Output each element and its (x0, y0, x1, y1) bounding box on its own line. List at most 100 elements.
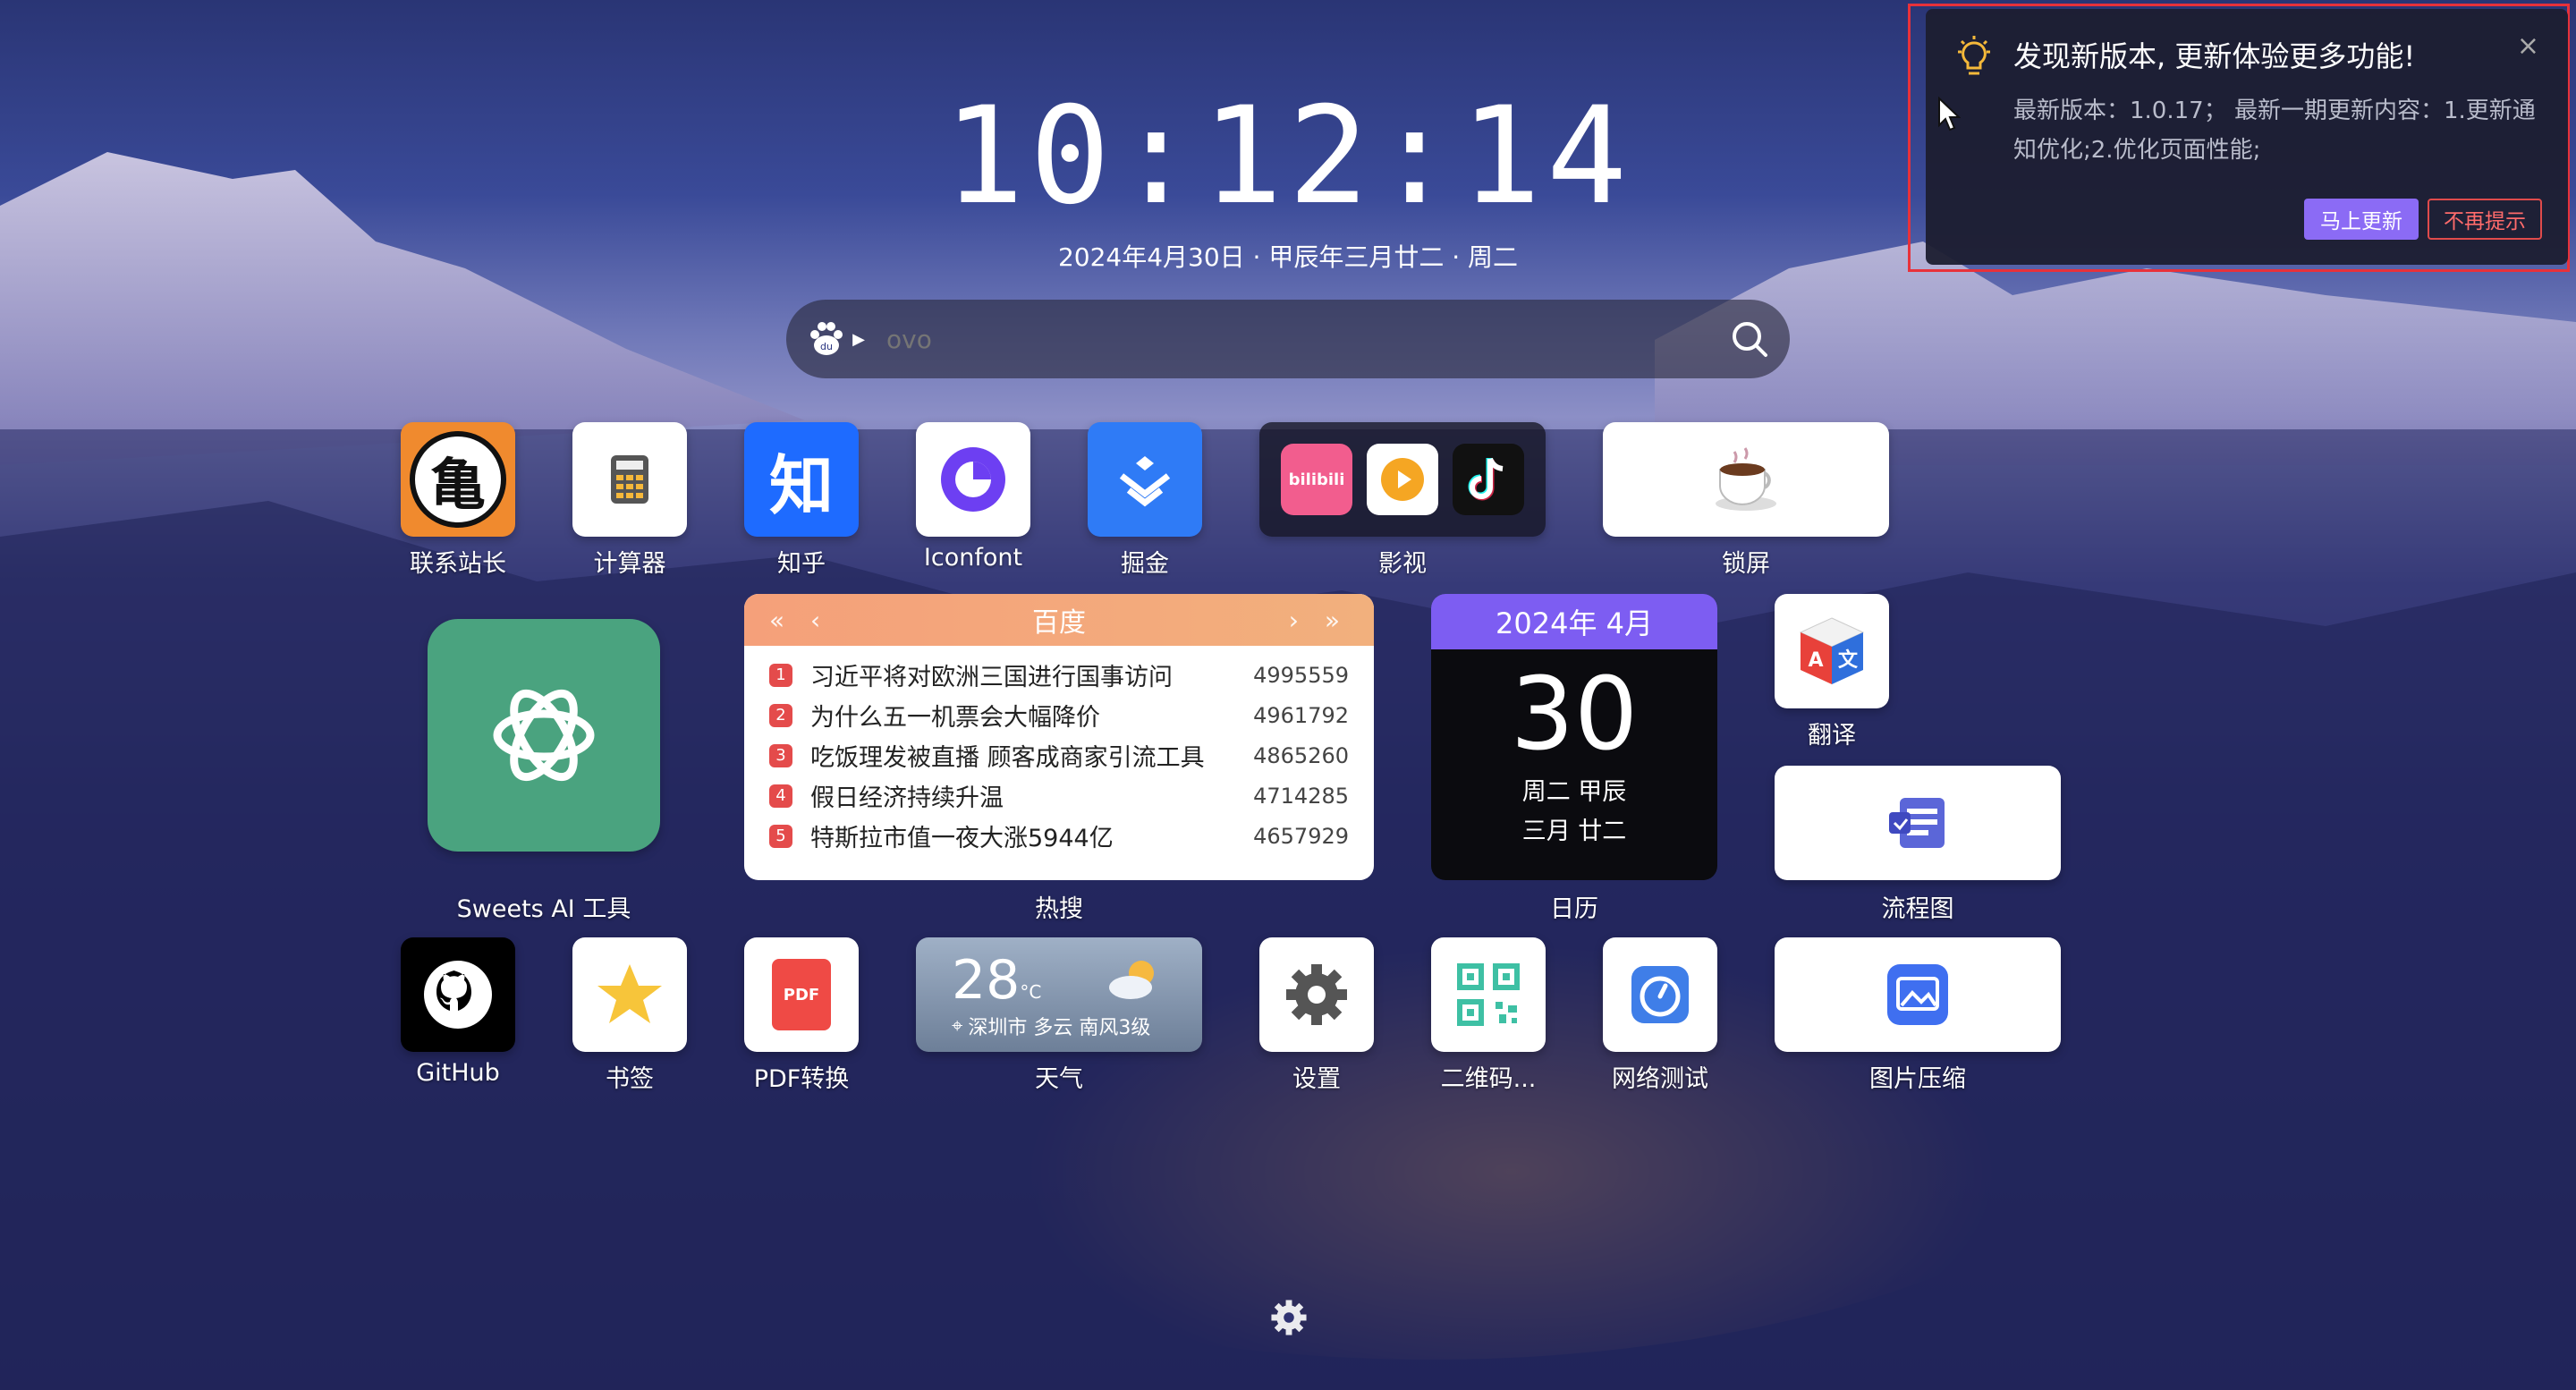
calendar-widget[interactable]: 2024年 4月 30 周二 甲辰 三月 廿二 (1431, 594, 1717, 880)
calendar-label: 日历 (1550, 895, 1598, 923)
settings-app[interactable] (1259, 937, 1374, 1052)
calendar-weekday-ganzhi: 周二 甲辰 (1521, 778, 1627, 806)
flowchart-app[interactable] (1775, 766, 2061, 880)
calculator-label: 计算器 (593, 550, 666, 578)
page-settings-gear-icon[interactable] (1268, 1297, 1309, 1338)
hot-item-title: 假日经济持续升温 (810, 784, 1004, 812)
flowchart-icon (1889, 798, 1945, 848)
hot-item[interactable]: 5 特斯拉市值一夜大涨5944亿 4657929 (744, 816, 1374, 856)
translate-cube-icon: A 文 (1799, 617, 1865, 684)
hot-item-title: 习近平将对欧洲三国进行国事访问 (810, 664, 1173, 691)
gear-icon (1286, 964, 1347, 1025)
github-label: GitHub (416, 1059, 500, 1087)
zhihu-app[interactable]: 知 (744, 422, 859, 537)
search-bar[interactable]: du ▶ (786, 300, 1790, 378)
rank-badge: 2 (769, 703, 792, 727)
hot-item-title: 吃饭理发被直播 顾客成商家引流工具 (810, 744, 1205, 772)
flowchart-label: 流程图 (1881, 895, 1954, 923)
search-input[interactable] (885, 323, 1709, 355)
hot-item-value: 4865260 (1253, 742, 1349, 768)
hot-item-value: 4961792 (1253, 702, 1349, 728)
search-button[interactable] (1709, 318, 1790, 360)
calendar-lunar-date: 三月 廿二 (1521, 818, 1627, 845)
ai-tools-label: Sweets AI 工具 (456, 895, 631, 923)
coffee-cup-icon (1716, 447, 1776, 511)
network-test-app[interactable] (1603, 937, 1717, 1052)
hot-item[interactable]: 2 为什么五一机票会大幅降价 4961792 (744, 695, 1374, 735)
qrcode-app[interactable] (1431, 937, 1546, 1052)
hot-item[interactable]: 4 假日经济持续升温 4714285 (744, 776, 1374, 816)
video-folder[interactable]: bilibili (1259, 422, 1546, 537)
svg-text:du: du (820, 341, 833, 352)
star-icon (597, 964, 662, 1023)
hot-item-title: 特斯拉市值一夜大涨5944亿 (810, 825, 1114, 852)
hot-search-widget[interactable]: « ‹ 百度 › » 1 习近平将对欧洲三国进行国事访问 4995559 2 为什么五… (744, 594, 1374, 880)
hot-search-header: « ‹ 百度 › » (744, 594, 1374, 646)
search-icon (1733, 322, 1767, 357)
calculator-app[interactable] (572, 422, 687, 537)
notification-body: 最新版本：1.0.17； 最新一期更新内容：1.更新通知优化;2.优化页面性能; (2013, 97, 2536, 164)
svg-text:文: 文 (1838, 648, 1859, 672)
image-compress-label: 图片压缩 (1869, 1065, 1966, 1093)
hot-next-arrows-icon[interactable]: › » (1289, 606, 1349, 635)
rank-badge: 1 (769, 663, 792, 687)
image-compress-app[interactable] (1775, 937, 2061, 1052)
turtle-logo-icon: 亀 (410, 431, 506, 528)
translate-app[interactable]: A 文 (1775, 594, 1889, 708)
weather-label: 天气 (1035, 1065, 1083, 1093)
weather-widget[interactable]: 28 °C ⌖ 深圳市 多云 南风3级 (916, 937, 1202, 1052)
calendar-day: 30 (1510, 657, 1639, 773)
ai-tools-app[interactable] (428, 619, 660, 852)
hot-item-title: 为什么五一机票会大幅降价 (810, 704, 1100, 732)
juejin-label: 掘金 (1121, 550, 1169, 578)
chatgpt-logo-icon (493, 689, 595, 782)
lightbulb-icon (1958, 36, 1990, 75)
lockscreen-app[interactable] (1603, 422, 1889, 537)
rank-badge: 3 (769, 743, 792, 767)
dont-remind-button[interactable]: 不再提示 (2428, 199, 2542, 240)
speedometer-icon (1631, 966, 1689, 1023)
svg-text:A: A (1808, 649, 1823, 672)
notification-close-icon[interactable]: × (2517, 30, 2539, 62)
hot-item[interactable]: 3 吃饭理发被直播 顾客成商家引流工具 4865260 (744, 735, 1374, 776)
network-test-label: 网络测试 (1612, 1065, 1708, 1093)
lockscreen-label: 锁屏 (1722, 550, 1770, 578)
qrcode-label: 二维码... (1440, 1065, 1537, 1093)
hot-item-value: 4657929 (1253, 823, 1349, 849)
iconfont-logo-icon (941, 447, 1005, 512)
calendar-month: 2024年 4月 (1431, 594, 1717, 649)
juejin-logo-icon (1119, 456, 1171, 507)
rank-badge: 4 (769, 784, 792, 808)
location-pin-icon: ⌖ (952, 1014, 963, 1038)
calculator-icon (611, 455, 648, 504)
notification-title: 发现新版本, 更新体验更多功能! (2013, 39, 2416, 73)
hot-search-source: 百度 (1032, 607, 1086, 639)
rank-badge: 5 (769, 824, 792, 848)
search-engine-selector[interactable]: du ▶ (786, 318, 885, 360)
iconfont-app[interactable] (916, 422, 1030, 537)
github-app[interactable] (401, 937, 515, 1052)
youku-icon (1367, 444, 1438, 515)
pdf-file-icon: PDF (772, 959, 831, 1030)
weather-temperature: 28 (952, 949, 1021, 1012)
juejin-app[interactable] (1088, 422, 1202, 537)
qrcode-icon (1457, 963, 1520, 1026)
baidu-paw-icon: du (810, 322, 843, 355)
hot-item-value: 4714285 (1253, 783, 1349, 809)
hot-item[interactable]: 1 习近平将对欧洲三国进行国事访问 4995559 (744, 655, 1374, 695)
hot-search-label: 热搜 (1035, 895, 1083, 923)
partly-cloudy-icon (1109, 961, 1154, 999)
github-logo-icon (424, 961, 492, 1029)
zhihu-logo-icon: 知 (768, 447, 834, 523)
zhihu-label: 知乎 (777, 550, 826, 578)
pdf-app[interactable]: PDF (744, 937, 859, 1052)
hot-prev-arrows-icon[interactable]: « ‹ (769, 606, 829, 635)
contact-label: 联系站长 (410, 550, 506, 578)
image-compress-icon (1887, 964, 1948, 1025)
contact-app[interactable]: 亀 (401, 422, 515, 537)
update-now-button[interactable]: 马上更新 (2304, 199, 2419, 240)
caret-right-icon: ▶ (852, 329, 865, 349)
bookmark-label: 书签 (606, 1065, 654, 1093)
iconfont-label: Iconfont (923, 544, 1023, 572)
bookmark-app[interactable] (572, 937, 687, 1052)
